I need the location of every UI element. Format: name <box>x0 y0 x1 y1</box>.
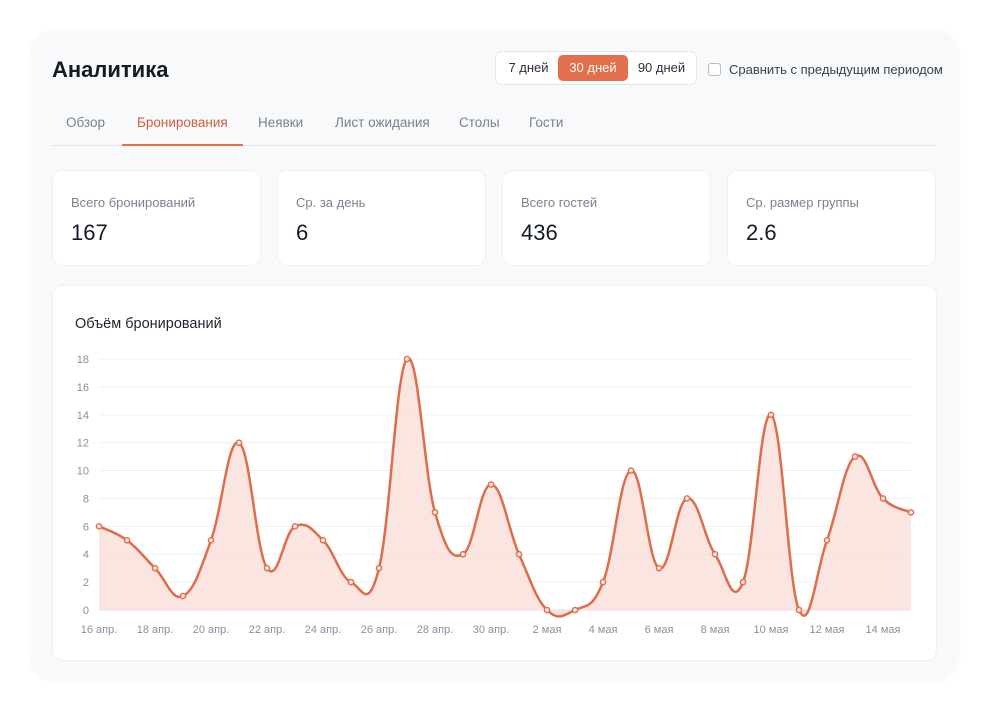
data-point[interactable] <box>571 606 579 614</box>
data-point[interactable] <box>263 564 271 572</box>
y-tick-label: 10 <box>77 466 89 478</box>
stat-card-total-bookings: Всего бронирований 167 <box>52 170 261 266</box>
data-point[interactable] <box>599 578 607 586</box>
tab-tables[interactable]: Столы <box>459 109 500 145</box>
period-7-days-button[interactable]: 7 дней <box>500 55 557 81</box>
tab-overview[interactable]: Обзор <box>66 109 105 145</box>
stat-label: Всего гостей <box>521 195 598 210</box>
data-point[interactable] <box>683 495 691 502</box>
data-point[interactable] <box>739 578 747 586</box>
page-title: Аналитика <box>52 57 169 82</box>
y-tick-label: 14 <box>77 410 89 422</box>
stat-value: 436 <box>521 220 558 245</box>
data-point[interactable] <box>655 564 663 572</box>
data-point[interactable] <box>95 523 103 530</box>
y-tick-label: 0 <box>83 605 89 617</box>
compare-label: Сравнить с предыдущим периодом <box>729 61 943 77</box>
x-tick-label: 4 мая <box>589 624 618 636</box>
x-tick-label: 28 апр. <box>417 624 454 636</box>
x-tick-label: 24 апр. <box>305 624 342 636</box>
data-point[interactable] <box>375 564 383 572</box>
compare-toggle[interactable]: Сравнить с предыдущим периодом <box>708 60 943 78</box>
data-point[interactable] <box>767 411 775 419</box>
data-point[interactable] <box>403 355 411 363</box>
data-point[interactable] <box>123 536 131 544</box>
data-point[interactable] <box>543 606 551 614</box>
period-90-days-button[interactable]: 90 дней <box>629 55 694 81</box>
stat-value: 167 <box>71 220 108 245</box>
data-point[interactable] <box>487 481 495 488</box>
tab-guests[interactable]: Гости <box>529 109 563 145</box>
x-tick-label: 2 мая <box>533 624 562 636</box>
data-point[interactable] <box>851 453 859 460</box>
chart-area-fill <box>99 358 911 617</box>
stat-card-avg-per-day: Ср. за день 6 <box>277 170 486 266</box>
y-tick-label: 16 <box>77 382 89 394</box>
data-point[interactable] <box>515 550 523 558</box>
period-30-days-button[interactable]: 30 дней <box>558 55 628 81</box>
x-tick-label: 16 апр. <box>81 624 118 636</box>
data-point[interactable] <box>207 536 215 544</box>
stat-value: 6 <box>296 220 309 245</box>
y-tick-label: 12 <box>77 438 89 450</box>
data-point[interactable] <box>179 592 187 600</box>
y-tick-label: 18 <box>77 354 89 366</box>
period-selector: 7 дней 30 дней 90 дней <box>495 51 697 85</box>
y-tick-label: 6 <box>83 521 89 533</box>
bookings-volume-chart-card: 0 2 4 6 8 10 12 14 16 18 16 апр. 18 апр. 20 апр. 22 … <box>52 285 937 661</box>
x-tick-label: 14 мая <box>866 624 901 636</box>
stat-label: Всего бронирований <box>71 195 196 210</box>
tab-bookings[interactable]: Бронирования <box>122 109 243 146</box>
data-point[interactable] <box>291 523 299 530</box>
x-tick-label: 30 апр. <box>473 624 510 636</box>
stat-card-avg-party-size: Ср. размер группы 2.6 <box>727 170 936 266</box>
data-point[interactable] <box>907 509 915 516</box>
bookings-volume-chart: 0 2 4 6 8 10 12 14 16 18 16 апр. 18 апр. 20 апр. 22 … <box>77 354 915 636</box>
x-tick-label: 26 апр. <box>361 624 398 636</box>
data-point[interactable] <box>459 550 467 558</box>
data-point[interactable] <box>879 495 887 502</box>
data-point[interactable] <box>151 564 159 572</box>
data-point[interactable] <box>823 536 831 544</box>
x-tick-label: 6 мая <box>645 624 674 636</box>
chart-title: Объём бронирований <box>75 316 222 332</box>
data-point[interactable] <box>711 550 719 558</box>
data-point[interactable] <box>347 578 355 586</box>
compare-checkbox[interactable] <box>708 62 721 76</box>
x-tick-label: 8 мая <box>701 624 730 636</box>
stat-label: Ср. за день <box>296 195 366 210</box>
stat-value: 2.6 <box>746 220 777 245</box>
data-point[interactable] <box>627 467 635 474</box>
data-point[interactable] <box>235 439 243 446</box>
stat-card-total-guests: Всего гостей 436 <box>502 170 711 266</box>
data-point[interactable] <box>431 509 439 516</box>
x-tick-label: 10 мая <box>754 624 789 636</box>
x-tick-label: 12 мая <box>810 624 845 636</box>
data-point[interactable] <box>795 606 803 614</box>
x-tick-label: 20 апр. <box>193 624 230 636</box>
y-tick-label: 2 <box>83 577 89 589</box>
tab-no-shows[interactable]: Неявки <box>258 109 303 145</box>
y-tick-label: 4 <box>83 549 89 561</box>
data-point[interactable] <box>319 536 327 544</box>
y-tick-label: 8 <box>83 493 89 505</box>
analytics-panel: Аналитика 7 дней 30 дней 90 дней Сравнит… <box>31 31 958 679</box>
stat-label: Ср. размер группы <box>746 195 859 210</box>
tab-waitlist[interactable]: Лист ожидания <box>335 109 430 145</box>
x-tick-label: 22 апр. <box>249 624 286 636</box>
x-tick-label: 18 апр. <box>137 624 174 636</box>
tab-bar: Обзор Бронирования Неявки Лист ожидания … <box>52 109 937 146</box>
